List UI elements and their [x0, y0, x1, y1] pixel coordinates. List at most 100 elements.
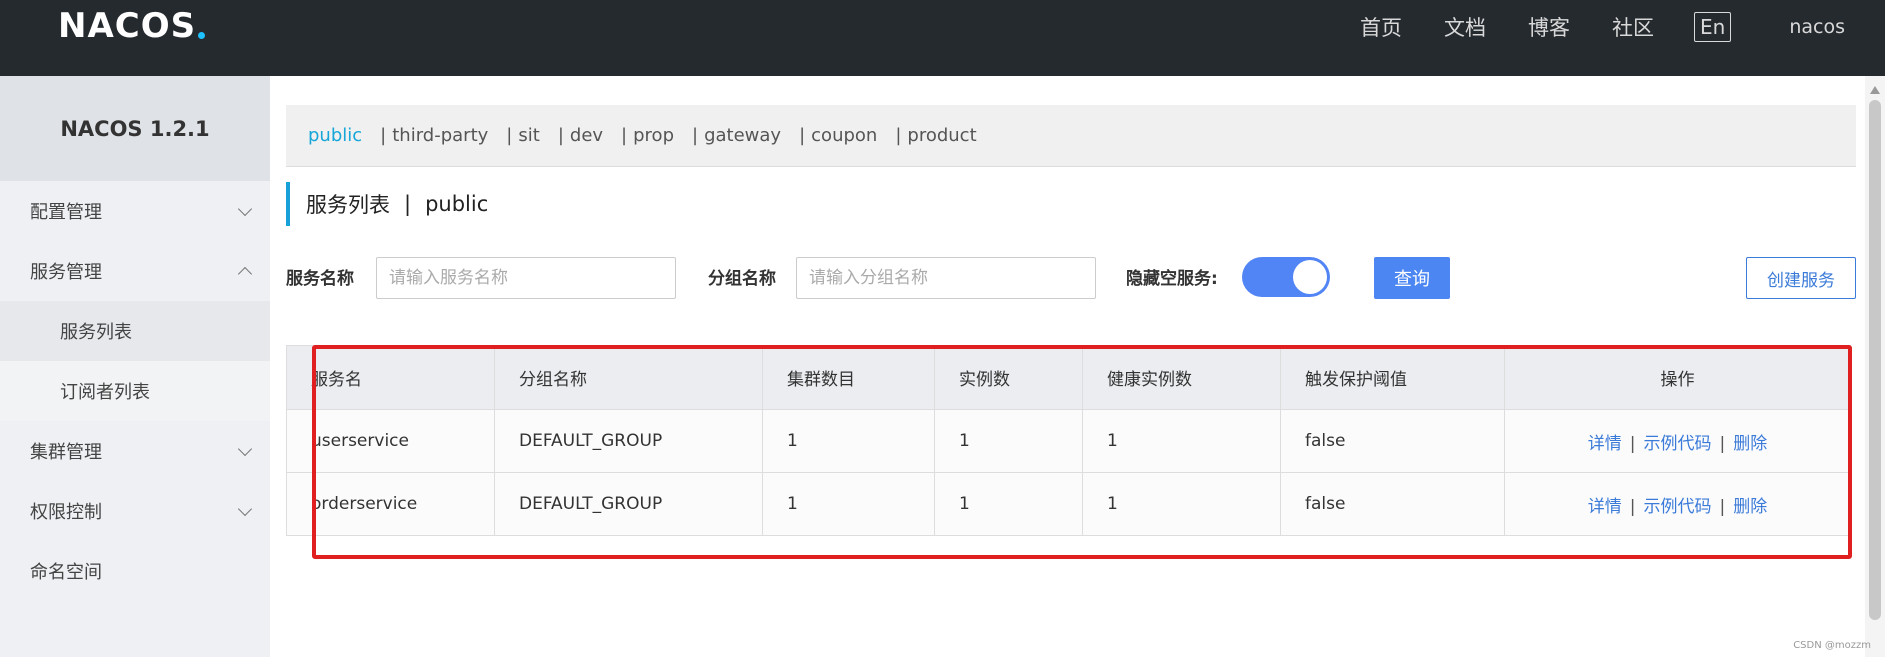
sidebar-item-label: 命名空间 [30, 562, 102, 583]
top-nav: 首页 文档 博客 社区 En nacos [1318, 10, 1845, 44]
sidebar-item-service-list[interactable]: 服务列表 [0, 301, 270, 361]
user-menu[interactable]: nacos [1789, 16, 1845, 38]
header-group-name[interactable]: 分组名称 [494, 345, 763, 410]
namespace-product[interactable]: product [907, 125, 976, 146]
language-switch[interactable]: En [1694, 12, 1732, 42]
detail-link[interactable]: 详情 [1588, 497, 1622, 517]
sidebar-item-label: 集群管理 [30, 442, 102, 463]
namespace-separator: | [621, 125, 628, 146]
sidebar-item-subscribers[interactable]: 订阅者列表 [0, 361, 270, 421]
cell-operations: 详情 | 示例代码 | 删除 [1504, 472, 1851, 536]
header-threshold[interactable]: 触发保护阈值 [1280, 345, 1505, 410]
page-title-text: 服务列表 [306, 193, 390, 217]
page-title: 服务列表 | public [286, 182, 488, 226]
sidebar-item-label: 配置管理 [30, 202, 102, 223]
logo-dot-icon [198, 31, 206, 39]
table-row: userservice DEFAULT_GROUP 1 1 1 false 详情… [286, 409, 1851, 473]
vertical-scrollbar[interactable] [1865, 76, 1885, 657]
cell-operations: 详情 | 示例代码 | 删除 [1504, 409, 1851, 473]
title-separator: | [404, 192, 412, 216]
sidebar-item-auth[interactable]: 权限控制 [0, 481, 270, 541]
namespace-dev[interactable]: dev [570, 125, 603, 146]
group-name-input[interactable] [796, 257, 1096, 299]
query-button[interactable]: 查询 [1374, 257, 1450, 299]
cell-cluster-count: 1 [762, 409, 935, 473]
sample-code-link[interactable]: 示例代码 [1644, 497, 1712, 517]
sidebar-brand: NACOS 1.2.1 [0, 76, 270, 181]
namespace-prop[interactable]: prop [633, 125, 674, 146]
namespace-bar: public | third-party | sit | dev | prop … [286, 105, 1856, 167]
nav-docs[interactable]: 文档 [1444, 12, 1486, 42]
sidebar-item-config[interactable]: 配置管理 [0, 181, 270, 241]
action-separator: | [1719, 496, 1726, 517]
namespace-third-party[interactable]: third-party [392, 125, 488, 146]
page-title-namespace: public [425, 192, 489, 216]
header-service-name[interactable]: 服务名 [286, 345, 495, 410]
chevron-up-icon [237, 266, 253, 282]
nav-blog[interactable]: 博客 [1528, 12, 1570, 42]
top-navbar: NACOS 首页 文档 博客 社区 En nacos [0, 0, 1885, 76]
search-form: 服务名称 分组名称 隐藏空服务: 查询 创建服务 [286, 257, 1856, 301]
service-name-input[interactable] [376, 257, 676, 299]
delete-link[interactable]: 删除 [1733, 434, 1767, 454]
detail-link[interactable]: 详情 [1588, 434, 1622, 454]
sidebar-item-namespace[interactable]: 命名空间 [0, 541, 270, 601]
sidebar-item-cluster[interactable]: 集群管理 [0, 421, 270, 481]
cell-instance-count: 1 [934, 409, 1083, 473]
namespace-separator: | [692, 125, 699, 146]
namespace-public[interactable]: public [308, 125, 362, 146]
table-header-row: 服务名 分组名称 集群数目 实例数 健康实例数 触发保护阈值 操作 [286, 345, 1851, 410]
group-name-label: 分组名称 [708, 269, 776, 289]
cell-healthy-count: 1 [1082, 409, 1281, 473]
cell-group-name: DEFAULT_GROUP [494, 409, 763, 473]
service-table: 服务名 分组名称 集群数目 实例数 健康实例数 触发保护阈值 操作 userse… [286, 345, 1851, 536]
main-content: public | third-party | sit | dev | prop … [270, 76, 1885, 657]
header-operations: 操作 [1504, 345, 1851, 410]
header-cluster-count[interactable]: 集群数目 [762, 345, 935, 410]
action-separator: | [1629, 433, 1636, 454]
watermark: CSDN @mozzm [1793, 640, 1871, 651]
nav-home[interactable]: 首页 [1360, 12, 1402, 42]
header-instance-count[interactable]: 实例数 [934, 345, 1083, 410]
cell-threshold: false [1280, 409, 1505, 473]
scrollbar-thumb[interactable] [1869, 100, 1881, 620]
namespace-coupon[interactable]: coupon [811, 125, 877, 146]
cell-cluster-count: 1 [762, 472, 935, 536]
chevron-down-icon [237, 441, 253, 457]
sidebar-item-label: 服务列表 [60, 322, 132, 343]
logo-text: NACOS [58, 6, 197, 46]
create-service-button[interactable]: 创建服务 [1746, 257, 1856, 299]
action-separator: | [1629, 496, 1636, 517]
sidebar-item-label: 订阅者列表 [60, 382, 150, 403]
cell-healthy-count: 1 [1082, 472, 1281, 536]
hide-empty-toggle[interactable] [1242, 257, 1330, 297]
cell-instance-count: 1 [934, 472, 1083, 536]
nacos-logo[interactable]: NACOS [58, 6, 206, 46]
sample-code-link[interactable]: 示例代码 [1644, 434, 1712, 454]
action-separator: | [1719, 433, 1726, 454]
scroll-up-icon[interactable] [1870, 86, 1880, 94]
chevron-down-icon [237, 201, 253, 217]
namespace-gateway[interactable]: gateway [704, 125, 781, 146]
sidebar: NACOS 1.2.1 配置管理 服务管理 服务列表 订阅者列表 集群管理 权限… [0, 76, 270, 657]
cell-service-name: userservice [286, 409, 495, 473]
namespace-separator: | [799, 125, 806, 146]
cell-group-name: DEFAULT_GROUP [494, 472, 763, 536]
nav-community[interactable]: 社区 [1612, 12, 1654, 42]
sidebar-item-service[interactable]: 服务管理 [0, 241, 270, 301]
namespace-separator: | [557, 125, 564, 146]
header-healthy-count[interactable]: 健康实例数 [1082, 345, 1281, 410]
namespace-separator: | [895, 125, 902, 146]
namespace-separator: | [506, 125, 513, 146]
sidebar-item-label: 权限控制 [30, 502, 102, 523]
namespace-sit[interactable]: sit [518, 125, 539, 146]
cell-service-name: orderservice [286, 472, 495, 536]
table-row: orderservice DEFAULT_GROUP 1 1 1 false 详… [286, 472, 1851, 536]
namespace-separator: | [380, 125, 387, 146]
sidebar-item-label: 服务管理 [30, 262, 102, 283]
delete-link[interactable]: 删除 [1733, 497, 1767, 517]
hide-empty-label: 隐藏空服务: [1126, 269, 1218, 289]
chevron-down-icon [237, 501, 253, 517]
cell-threshold: false [1280, 472, 1505, 536]
service-name-label: 服务名称 [286, 269, 354, 289]
